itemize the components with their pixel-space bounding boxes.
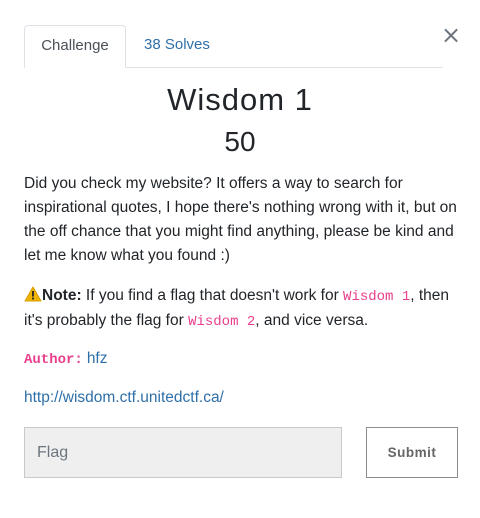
- warning-icon: [24, 286, 42, 302]
- challenge-points: 50: [224, 126, 256, 157]
- author-line: Author: hfz: [24, 347, 108, 372]
- tab-bar: Challenge 38 Solves: [24, 25, 443, 68]
- challenge-description: Did you check my website? It offers a wa…: [24, 175, 457, 264]
- close-button[interactable]: ×: [440, 22, 462, 48]
- flag-input[interactable]: [24, 427, 342, 478]
- tab-solves[interactable]: 38 Solves: [144, 25, 210, 66]
- challenge-link[interactable]: http://wisdom.ctf.unitedctf.ca/: [24, 386, 224, 410]
- author-label: Author:: [24, 352, 83, 368]
- note-paragraph: Note: If you find a flag that doesn't wo…: [24, 284, 464, 334]
- submit-button[interactable]: Submit: [366, 427, 458, 478]
- note-text-3: , and vice versa.: [255, 312, 369, 329]
- note-code-wisdom-2: Wisdom 2: [188, 314, 256, 330]
- note-code-wisdom-1: Wisdom 1: [343, 289, 411, 305]
- author-name[interactable]: hfz: [87, 350, 108, 367]
- tab-challenge[interactable]: Challenge: [24, 25, 126, 68]
- challenge-title: Wisdom 1: [167, 82, 313, 117]
- note-text-1: If you find a flag that doesn't work for: [81, 287, 344, 304]
- note-label: Note:: [42, 287, 82, 304]
